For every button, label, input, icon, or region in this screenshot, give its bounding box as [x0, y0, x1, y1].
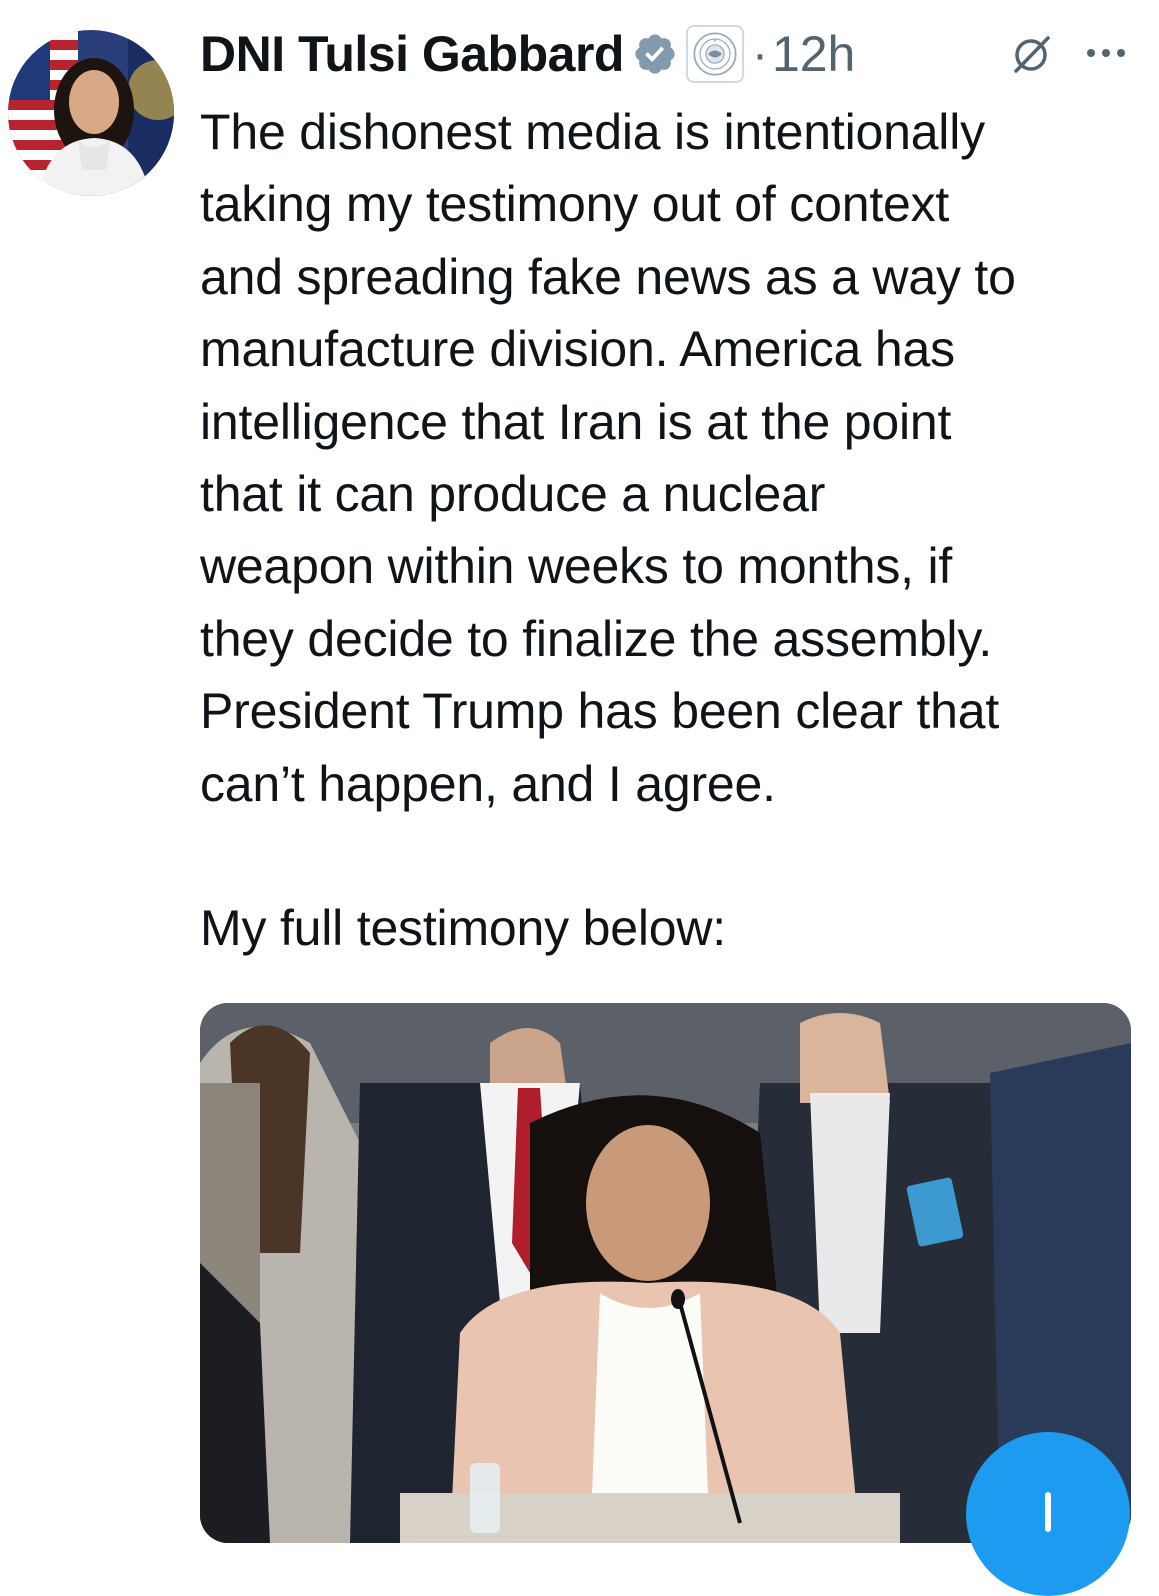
author-display-name[interactable]: DNI Tulsi Gabbard	[200, 25, 624, 83]
tweet-text-line: can’t happen, and I agree.	[200, 755, 776, 812]
tweet-text-line: taking my testimony out of context	[200, 176, 950, 233]
tweet-text: The dishonest media is intentionally tak…	[200, 96, 1150, 965]
more-horizontal-icon[interactable]	[1084, 42, 1128, 64]
compose-plus-icon	[1045, 1492, 1051, 1532]
author-avatar[interactable]	[8, 30, 174, 196]
tweet-text-line: President Trump has been clear that	[200, 683, 1000, 740]
tweet-text-line: that it can produce a nuclear	[200, 466, 826, 523]
tweet-text-line: they decide to finalize the assembly.	[200, 610, 993, 667]
seal-badge-icon[interactable]	[685, 25, 744, 83]
separator-dot: ·	[751, 27, 768, 81]
tweet-text-line: My full testimony below:	[200, 900, 726, 957]
tweet-text-line: The dishonest media is intentionally	[200, 104, 985, 160]
verified-check-icon[interactable]	[632, 31, 678, 77]
avatar-image	[8, 30, 174, 196]
tweet-text-line: weapon within weeks to months, if	[200, 538, 953, 595]
tweet-text-line: intelligence that Iran is at the point	[200, 393, 952, 450]
grok-icon[interactable]	[1008, 31, 1054, 77]
tweet-text-line: manufacture division. America has	[200, 321, 955, 378]
paragraph-break	[200, 820, 1150, 892]
tweet-header: DNI Tulsi Gabbard · 12h	[200, 24, 1140, 84]
tweet-timestamp[interactable]: 12h	[772, 25, 855, 83]
tweet-text-line: and spreading fake news as a way to	[200, 248, 1016, 305]
